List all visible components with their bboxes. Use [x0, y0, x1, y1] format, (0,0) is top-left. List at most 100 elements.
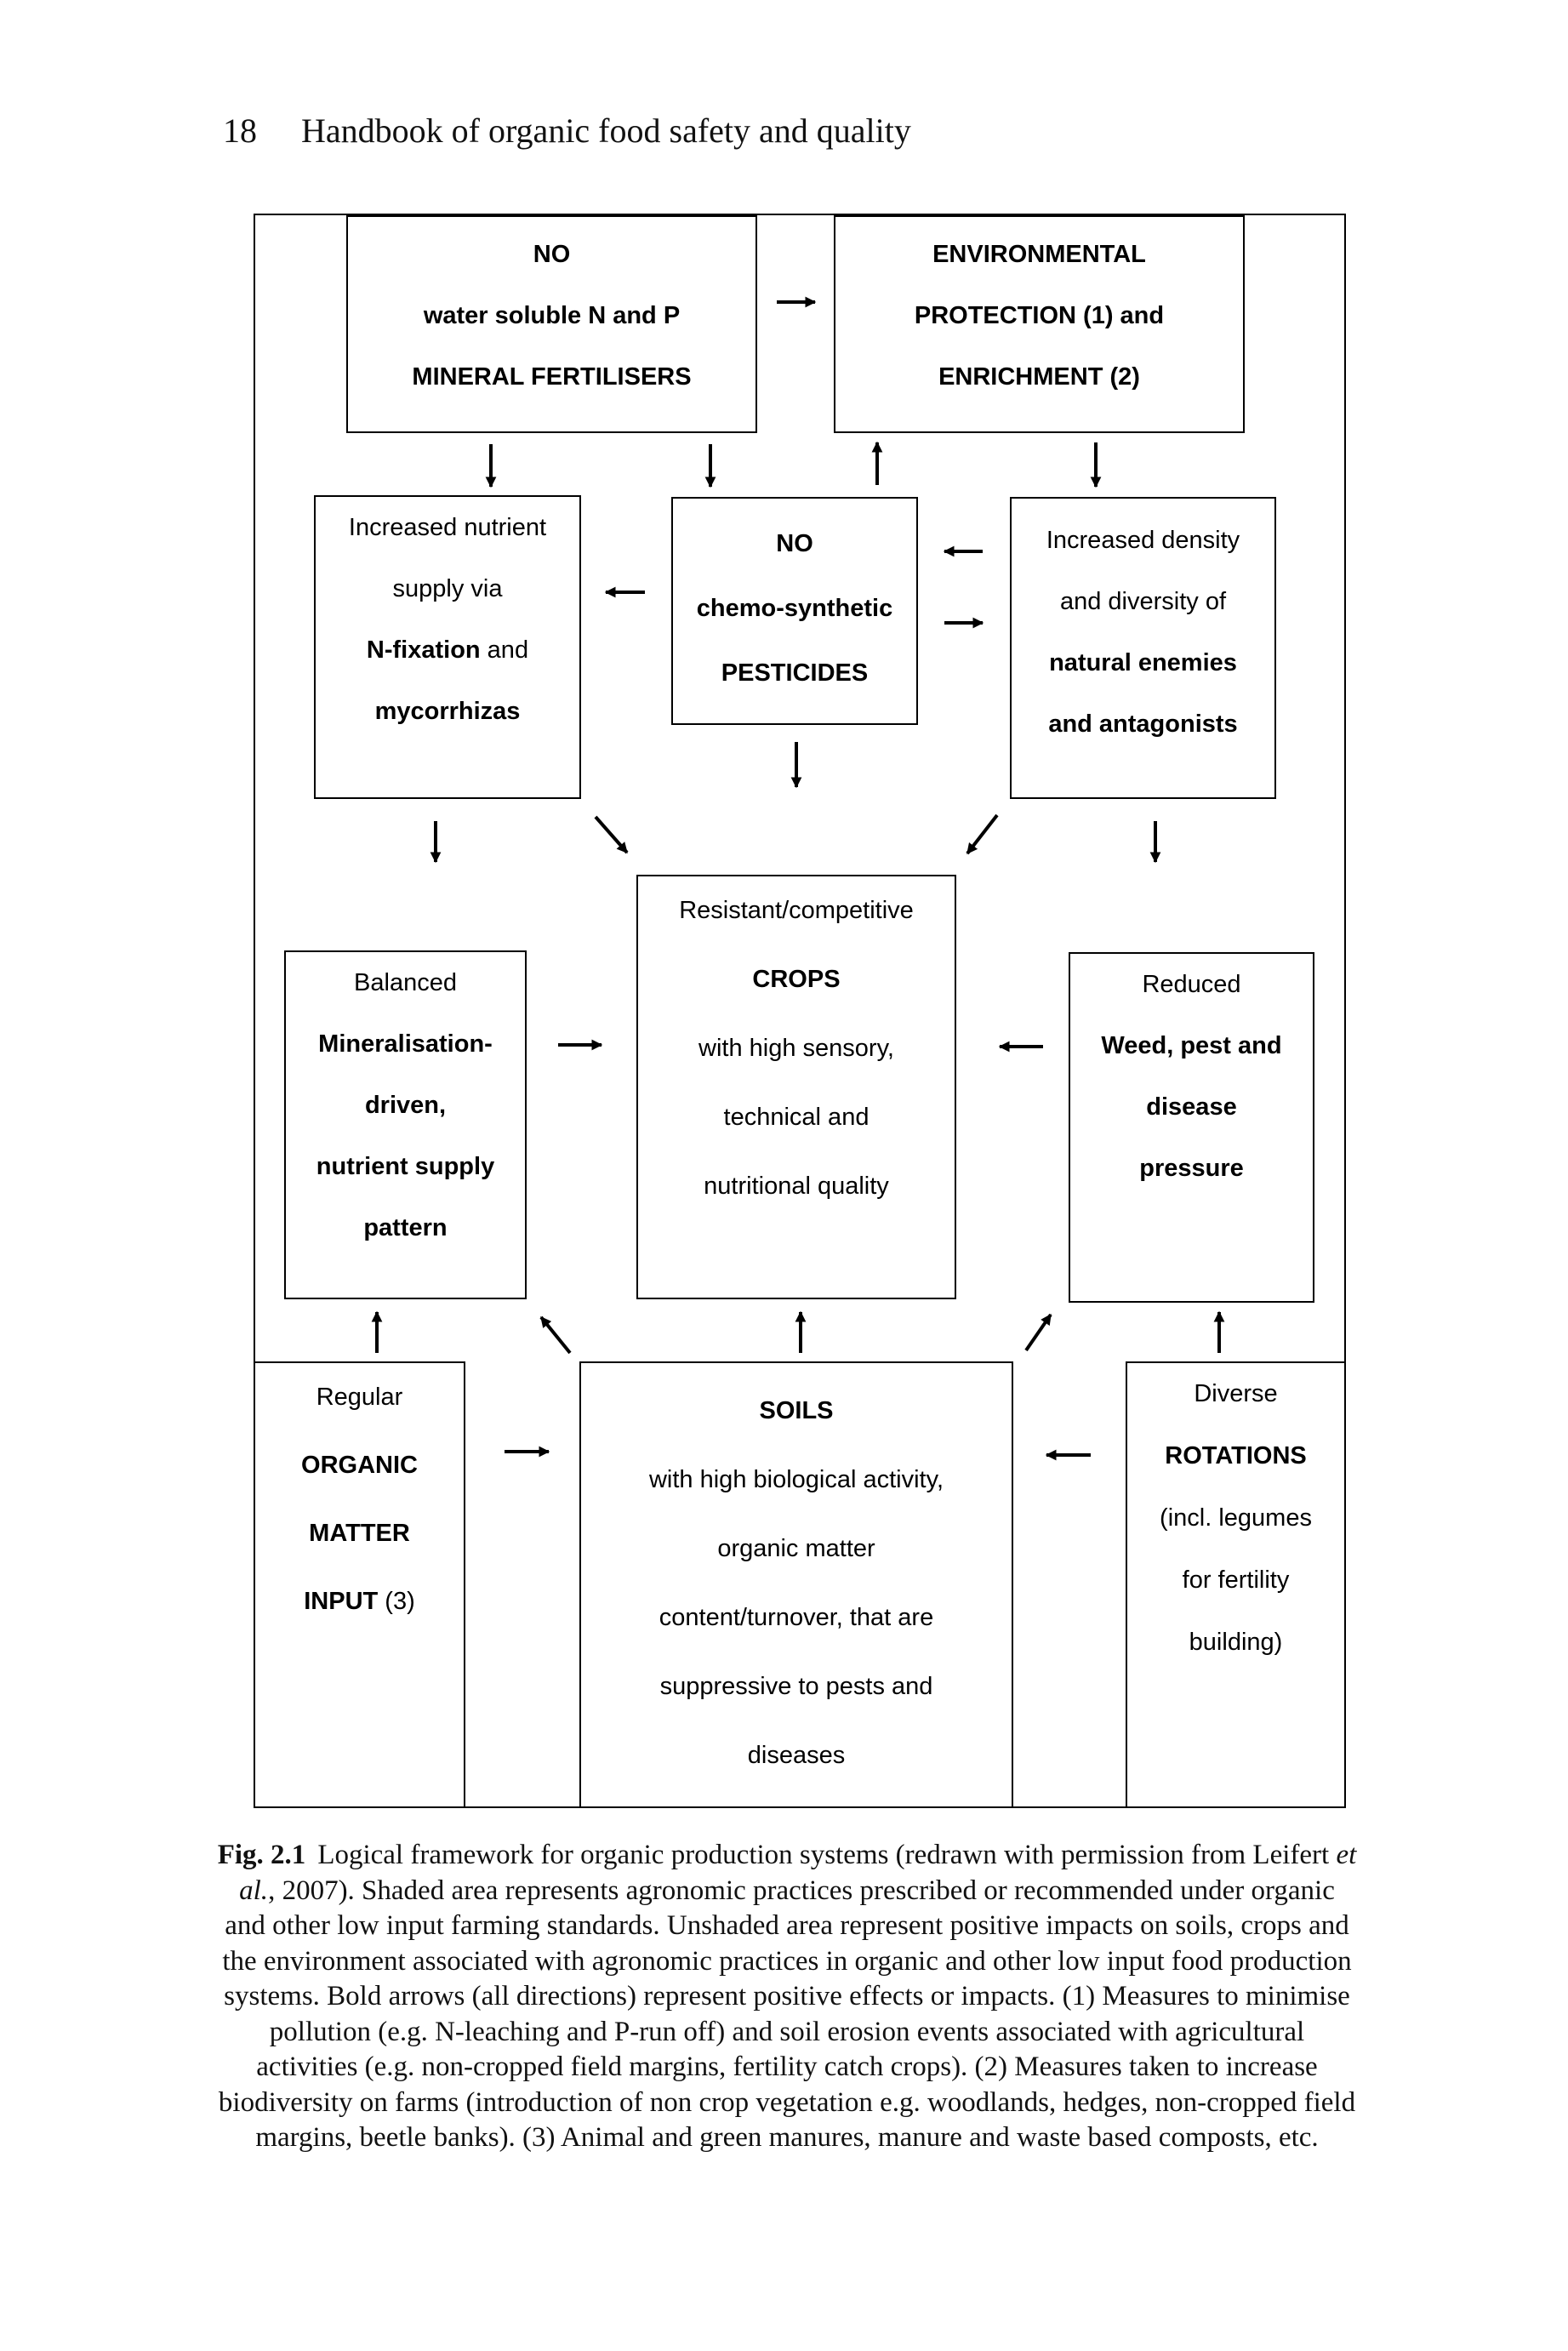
box-text-line: and antagonists: [1048, 693, 1237, 755]
box-text-line: natural enemies: [1049, 632, 1237, 693]
box-text-line: MATTER: [309, 1499, 410, 1567]
caption-text-2: , 2007). Shaded area represents agronomi…: [218, 1875, 1356, 2154]
box-text-segment: (3): [378, 1588, 415, 1615]
box-text-segment: Reduced: [1142, 971, 1241, 998]
box-text-segment: nutrient supply: [316, 1153, 495, 1180]
box-text-line: pattern: [363, 1197, 447, 1258]
box-text-segment: Mineralisation-: [318, 1030, 493, 1058]
box-no-pesticides: NO chemo-synthetic PESTICIDES: [671, 497, 918, 725]
box-text-segment: SOILS: [759, 1397, 834, 1424]
box-text-line: INPUT (3): [304, 1567, 415, 1635]
box-text-segment: NO: [776, 530, 813, 557]
box-text-line: ENRICHMENT (2): [938, 346, 1140, 408]
box-crops: Resistant/competitive CROPS with high sens…: [636, 875, 956, 1299]
box-text-segment: Resistant/competitive: [679, 897, 914, 924]
box-text-segment: ROTATIONS: [1165, 1442, 1307, 1469]
box-text-segment: Balanced: [354, 969, 457, 996]
caption-text-1: Logical framework for organic production…: [317, 1840, 1337, 1870]
box-text-line: SOILS: [759, 1377, 833, 1446]
box-balanced-mineralisation: Balanced Mineralisation-driven, nutrient s…: [284, 950, 527, 1299]
box-text-line: technical and: [724, 1083, 870, 1152]
box-text-line: Increased density: [1046, 510, 1240, 571]
box-text-line: Diverse: [1194, 1363, 1277, 1425]
box-text-segment: MINERAL FERTILISERS: [412, 363, 692, 391]
box-text-segment: organic matter: [717, 1535, 875, 1562]
figure-label: Fig. 2.1: [217, 1840, 306, 1870]
box-text-segment: ORGANIC: [301, 1452, 418, 1479]
box-text-line: Increased nutrient: [349, 497, 546, 558]
box-text-segment: Weed, pest and: [1101, 1032, 1282, 1059]
running-header: 18 Handbook of organic food safety and qu…: [223, 111, 911, 151]
box-text-segment: PESTICIDES: [721, 659, 869, 687]
box-text-segment: content/turnover, that are: [659, 1604, 934, 1631]
box-text-segment: and diversity of: [1059, 588, 1227, 615]
page-number: 18: [223, 111, 257, 150]
box-text-line: water soluble N and P: [424, 285, 680, 346]
box-diverse-rotations: Diverse ROTATIONS (incl. legumes for fertil…: [1126, 1361, 1346, 1808]
box-text-segment: INPUT: [304, 1588, 379, 1615]
box-text-segment: water soluble N and P: [423, 302, 681, 329]
box-text-line: diseases: [748, 1721, 845, 1790]
box-no-mineral-fertilisers: NO water soluble N and P MINERAL FERTILISE…: [346, 215, 757, 433]
box-text-segment: and antagonists: [1048, 710, 1238, 738]
box-text-line: Mineralisation-: [318, 1013, 493, 1075]
box-text-line: ROTATIONS: [1165, 1425, 1306, 1487]
figure-caption: Fig. 2.1 Logical framework for organic pr…: [217, 1838, 1357, 2156]
box-text-line: Balanced: [354, 952, 457, 1013]
box-reduced-weed-pressure: Reduced Weed, pest and disease pressure: [1069, 952, 1314, 1303]
box-text-segment: ENRICHMENT (2): [938, 363, 1140, 391]
box-text-segment: natural enemies: [1049, 649, 1237, 676]
box-text-segment: NO: [533, 241, 571, 268]
box-text-segment: pattern: [363, 1214, 448, 1241]
box-text-segment: building): [1189, 1629, 1283, 1656]
box-text-line: supply via: [393, 558, 503, 619]
box-text-line: NO: [533, 224, 571, 285]
box-text-segment: mycorrhizas: [374, 698, 521, 725]
box-text-line: Resistant/competitive: [679, 876, 914, 945]
box-text-line: with high sensory,: [698, 1014, 894, 1083]
box-text-line: building): [1189, 1612, 1283, 1674]
box-text-line: for fertility: [1183, 1549, 1290, 1612]
box-increased-nutrient-supply: Increased nutrient supply via N-fixation a…: [314, 495, 581, 799]
box-text-segment: Regular: [316, 1384, 403, 1411]
box-text-segment: Increased density: [1046, 527, 1240, 554]
box-text-line: ORGANIC: [301, 1431, 418, 1499]
box-text-line: with high biological activity,: [649, 1446, 944, 1515]
box-text-line: (incl. legumes: [1160, 1487, 1312, 1549]
box-text-line: and diversity of: [1060, 571, 1226, 632]
box-text-line: content/turnover, that are: [659, 1584, 933, 1652]
box-text-segment: ENVIRONMENTAL: [932, 241, 1146, 268]
box-text-segment: pressure: [1139, 1155, 1244, 1182]
box-text-line: pressure: [1139, 1138, 1244, 1199]
box-text-line: driven,: [365, 1075, 446, 1136]
box-text-segment: supply via: [392, 575, 503, 602]
box-text-line: suppressive to pests and: [660, 1652, 933, 1721]
box-text-line: CROPS: [752, 945, 840, 1014]
box-text-line: nutrient supply: [316, 1136, 494, 1197]
box-text-segment: nutritional quality: [704, 1173, 889, 1200]
box-text-segment: PROTECTION (1) and: [914, 302, 1165, 329]
box-text-line: N-fixation and: [367, 619, 528, 681]
box-text-segment: Diverse: [1194, 1380, 1278, 1407]
box-text-segment: N-fixation: [366, 636, 481, 664]
box-text-segment: Increased nutrient: [348, 514, 547, 541]
box-text-segment: with high sensory,: [698, 1035, 894, 1062]
box-soils: SOILS with high biological activity, organ…: [579, 1361, 1013, 1808]
box-text-segment: diseases: [747, 1742, 846, 1769]
running-title: Handbook of organic food safety and qual…: [301, 111, 911, 150]
box-text-line: nutritional quality: [704, 1152, 889, 1221]
box-text-segment: suppressive to pests and: [659, 1673, 933, 1700]
box-text-line: chemo-synthetic: [697, 576, 892, 641]
box-text-line: Regular: [316, 1363, 403, 1431]
box-text-segment: disease: [1146, 1093, 1237, 1121]
box-text-segment: chemo-synthetic: [696, 595, 893, 622]
box-text-line: NO: [776, 511, 813, 576]
box-text-segment: CROPS: [752, 966, 841, 993]
box-environmental-protection: ENVIRONMENTAL PROTECTION (1) and ENRICHMEN…: [834, 215, 1245, 433]
box-text-line: Weed, pest and: [1101, 1015, 1281, 1076]
box-text-line: PESTICIDES: [721, 641, 868, 705]
box-text-line: PROTECTION (1) and: [915, 285, 1164, 346]
box-text-line: MINERAL FERTILISERS: [412, 346, 691, 408]
box-text-segment: for fertility: [1182, 1566, 1290, 1594]
box-text-line: mycorrhizas: [375, 681, 521, 742]
